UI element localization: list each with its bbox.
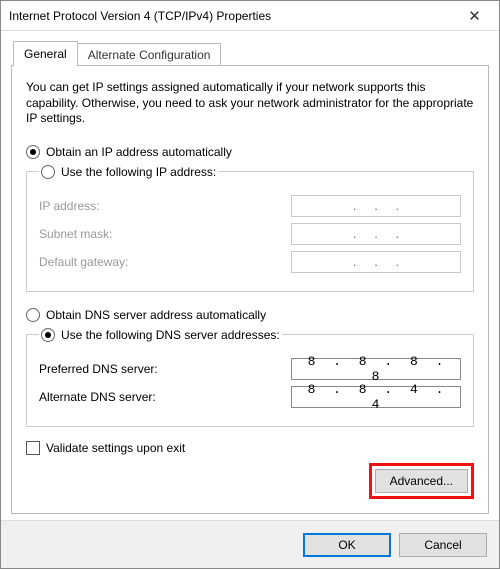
preferred-dns-input[interactable]: 8 . 8 . 8 . 8	[291, 358, 461, 380]
radio-dns-manual[interactable]: Use the following DNS server addresses:	[39, 328, 282, 342]
description-text: You can get IP settings assigned automat…	[26, 80, 474, 127]
ip-address-label: IP address:	[39, 199, 291, 213]
tab-general-label: General	[24, 47, 67, 61]
radio-icon	[26, 308, 40, 322]
radio-icon	[26, 145, 40, 159]
ip-address-input: ...	[291, 195, 461, 217]
alternate-dns-input[interactable]: 8 . 8 . 4 . 4	[291, 386, 461, 408]
advanced-button-label: Advanced...	[390, 474, 453, 488]
alternate-dns-value: 8 . 8 . 4 . 4	[296, 382, 456, 412]
advanced-button[interactable]: Advanced...	[375, 469, 468, 493]
radio-dns-manual-label: Use the following DNS server addresses:	[61, 328, 280, 342]
tab-panel-general: You can get IP settings assigned automat…	[11, 65, 489, 514]
ip-address-group: Use the following IP address: IP address…	[26, 165, 474, 292]
radio-icon	[41, 328, 55, 342]
radio-ip-manual[interactable]: Use the following IP address:	[39, 165, 218, 179]
tabstrip: General Alternate Configuration	[13, 41, 489, 66]
preferred-dns-value: 8 . 8 . 8 . 8	[296, 354, 456, 384]
radio-dns-auto[interactable]: Obtain DNS server address automatically	[26, 306, 474, 324]
ok-button[interactable]: OK	[303, 533, 391, 557]
subnet-mask-input: ...	[291, 223, 461, 245]
dialog-window: Internet Protocol Version 4 (TCP/IPv4) P…	[0, 0, 500, 569]
default-gateway-label: Default gateway:	[39, 255, 291, 269]
cancel-button[interactable]: Cancel	[399, 533, 487, 557]
radio-icon	[41, 165, 55, 179]
default-gateway-input: ...	[291, 251, 461, 273]
ok-button-label: OK	[338, 538, 355, 552]
checkbox-icon	[26, 441, 40, 455]
cancel-button-label: Cancel	[424, 538, 461, 552]
validate-settings-checkbox[interactable]: Validate settings upon exit	[26, 441, 474, 455]
tab-alternate-label: Alternate Configuration	[88, 48, 211, 62]
radio-ip-auto-label: Obtain an IP address automatically	[46, 145, 232, 159]
dns-server-group: Use the following DNS server addresses: …	[26, 328, 474, 427]
radio-ip-manual-label: Use the following IP address:	[61, 165, 216, 179]
tab-alternate-configuration[interactable]: Alternate Configuration	[78, 43, 222, 66]
titlebar: Internet Protocol Version 4 (TCP/IPv4) P…	[1, 1, 499, 31]
preferred-dns-label: Preferred DNS server:	[39, 362, 291, 376]
radio-dns-auto-label: Obtain DNS server address automatically	[46, 308, 266, 322]
validate-settings-label: Validate settings upon exit	[46, 441, 185, 455]
radio-ip-auto[interactable]: Obtain an IP address automatically	[26, 143, 474, 161]
subnet-mask-label: Subnet mask:	[39, 227, 291, 241]
window-title: Internet Protocol Version 4 (TCP/IPv4) P…	[9, 9, 452, 23]
close-icon[interactable]: ✕	[452, 2, 497, 30]
tab-general[interactable]: General	[13, 41, 78, 66]
advanced-highlight: Advanced...	[369, 463, 474, 499]
content-area: General Alternate Configuration You can …	[1, 31, 499, 520]
alternate-dns-label: Alternate DNS server:	[39, 390, 291, 404]
dialog-footer: OK Cancel	[1, 520, 499, 568]
